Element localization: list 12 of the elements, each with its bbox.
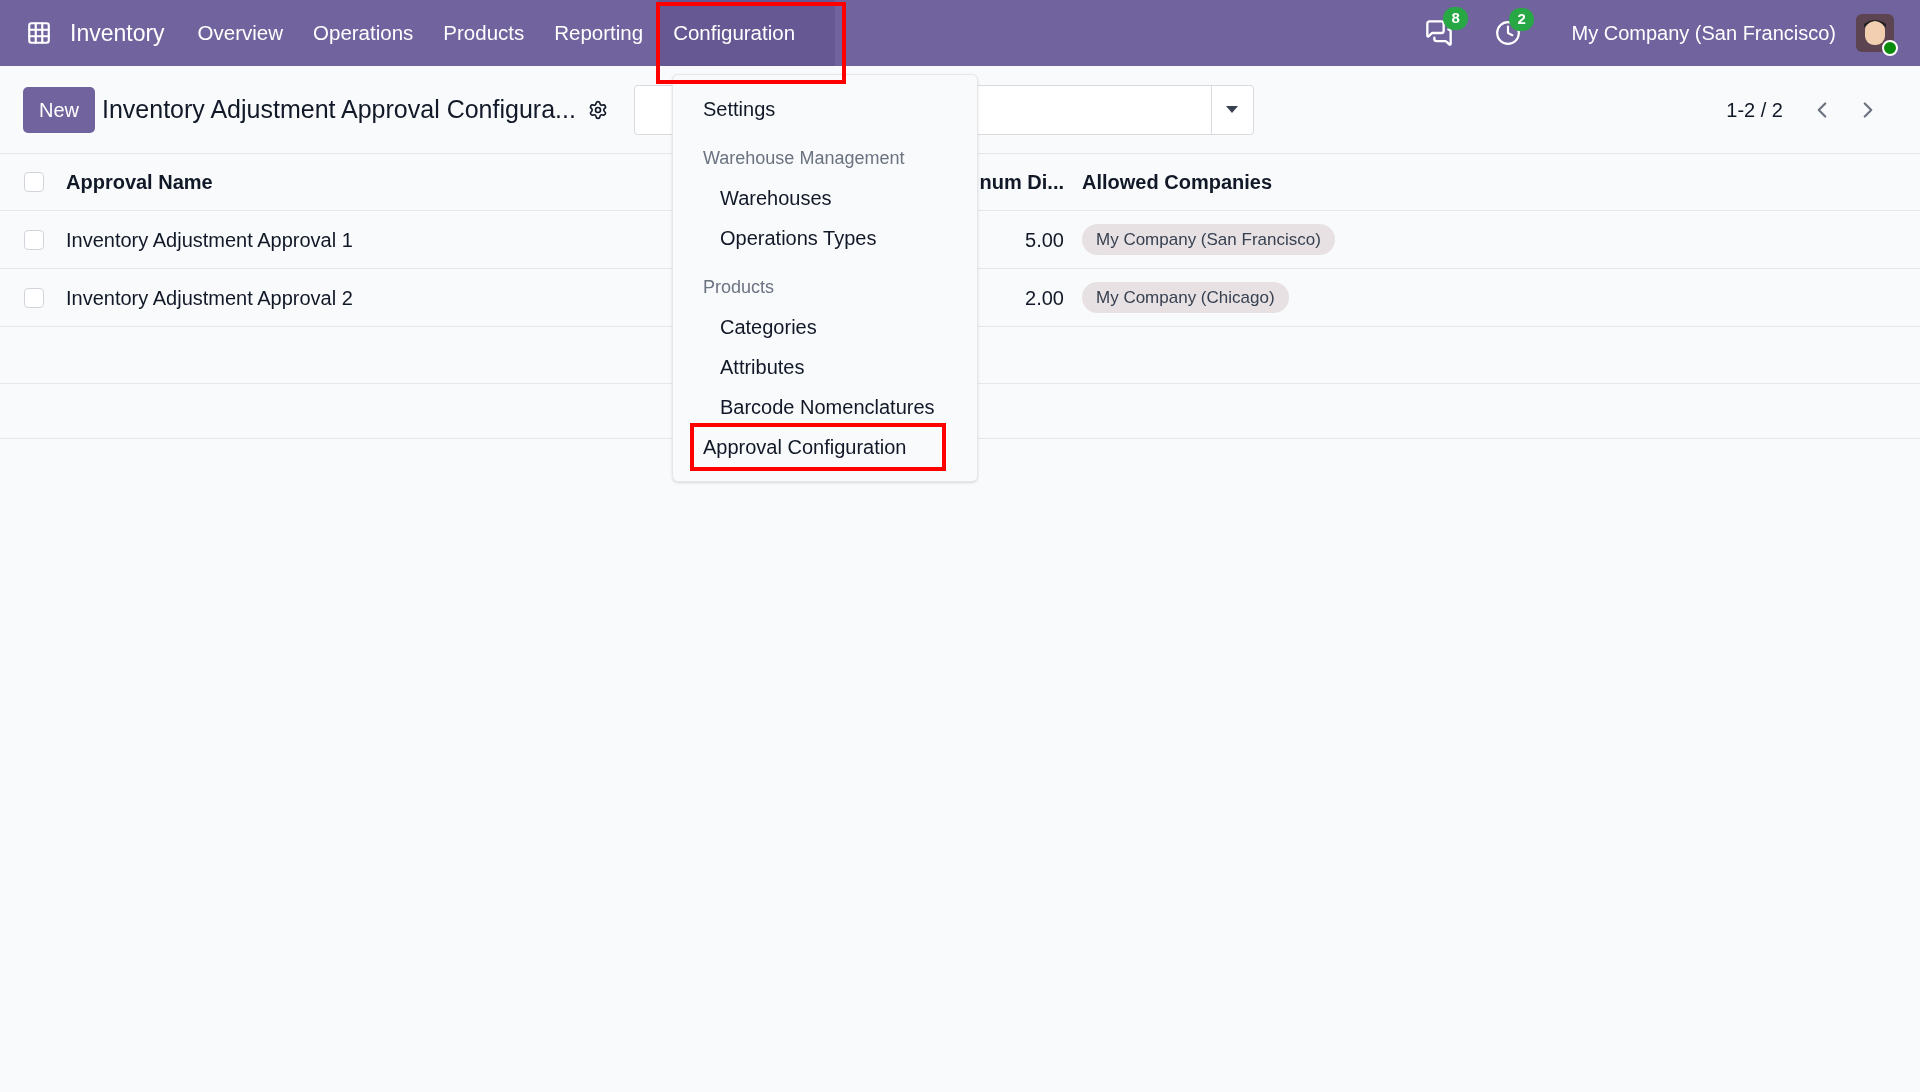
activity-count-badge: 2 [1509, 8, 1534, 31]
company-tag: My Company (San Francisco) [1082, 223, 1335, 256]
table-cell-text: 2.00 [1025, 285, 1064, 311]
page-title: Inventory Adjustment Approval Configura... [102, 93, 576, 125]
table-cell-text: Inventory Adjustment Approval 2 [66, 285, 353, 311]
menu-section-header: Warehouse Management [702, 147, 906, 170]
table-cell-text: Inventory Adjustment Approval 1 [66, 227, 353, 253]
message-count-badge: 8 [1443, 7, 1468, 30]
company-tag: My Company (Chicago) [1082, 281, 1289, 314]
menu-section-header: Products [702, 276, 776, 299]
table-cell-text: 5.00 [1025, 227, 1064, 253]
pager-value: 1-2 / 2 [1726, 97, 1783, 123]
